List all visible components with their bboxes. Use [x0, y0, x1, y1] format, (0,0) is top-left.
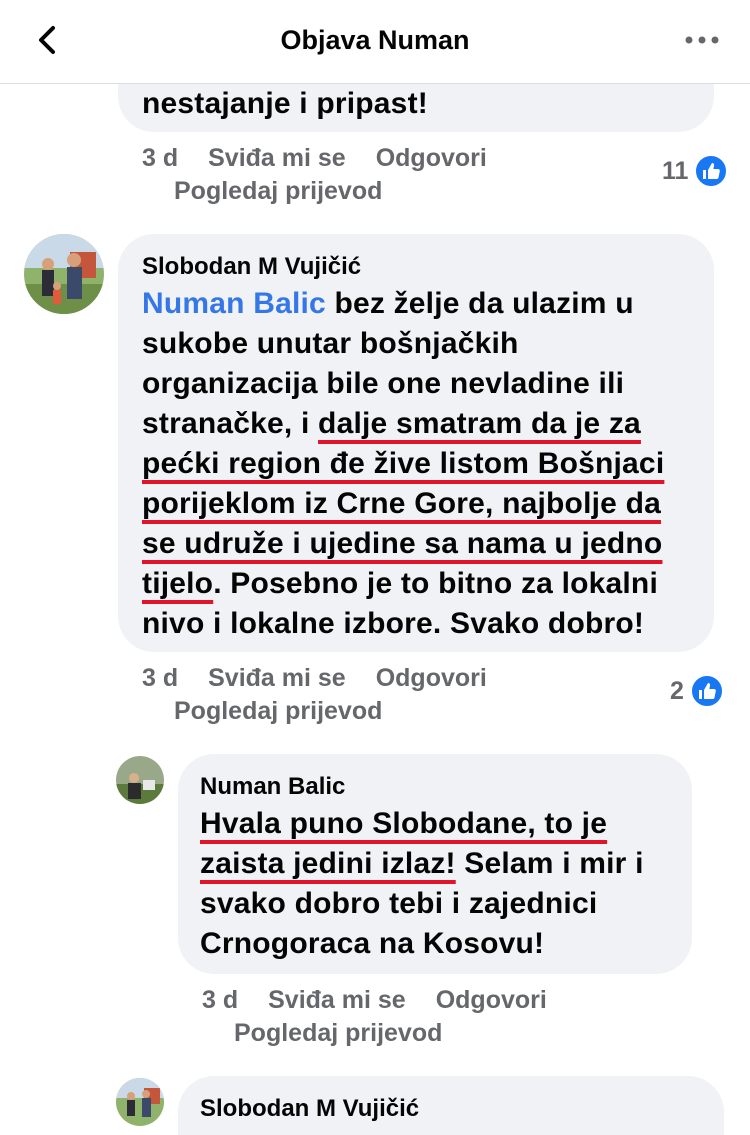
more-options-button[interactable] [682, 28, 722, 52]
comment-author[interactable]: Slobodan M Vujičić [200, 1095, 419, 1123]
comment-time[interactable]: 3 d [142, 664, 178, 692]
comment-actions: 3 d Sviđa mi se Odgovori [142, 144, 517, 173]
like-comment-button[interactable]: Sviđa mi se [208, 664, 346, 692]
comment-actions: 3 d Sviđa mi se Odgovori [202, 986, 577, 1015]
like-comment-button[interactable]: Sviđa mi se [268, 986, 406, 1014]
top-bar: Objava Numan [0, 0, 750, 84]
comment-text: Numan Balic bez želje da ulazim u sukobe… [142, 284, 702, 644]
page-title: Objava Numan [280, 25, 470, 55]
reply-button[interactable]: Odgovori [376, 664, 487, 692]
reply-button[interactable]: Odgovori [436, 986, 547, 1014]
comment-author[interactable]: Numan Balic [200, 773, 345, 801]
see-translation-link[interactable]: Pogledaj prijevod [234, 1019, 442, 1048]
reaction-count[interactable]: 2 [670, 674, 724, 708]
thumbs-up-icon [694, 154, 729, 188]
comment-bubble: Slobodan M Vujičić Numan Balic bez želje… [118, 234, 714, 652]
like-comment-button[interactable]: Sviđa mi se [208, 144, 346, 172]
comment-time[interactable]: 3 d [202, 986, 238, 1014]
comment-actions: 3 d Sviđa mi se Odgovori [142, 664, 517, 693]
text-part: . Posebno je to bitno za lokalni nivo i … [142, 567, 658, 640]
reaction-number: 2 [670, 676, 684, 705]
avatar[interactable] [24, 234, 104, 314]
comment-text: Hvala puno Slobodane, to je zaista jedin… [200, 804, 680, 964]
more-horizontal-icon [685, 36, 719, 44]
comment-bubble: Numan Balic Hvala puno Slobodane, to je … [178, 754, 692, 974]
avatar[interactable] [116, 756, 164, 804]
comment-bubble: Slobodan M Vujičić [178, 1076, 724, 1135]
comment-text: nestajanje i pripast! [142, 87, 428, 120]
comment-time[interactable]: 3 d [142, 144, 178, 172]
see-translation-link[interactable]: Pogledaj prijevod [174, 697, 382, 726]
avatar[interactable] [116, 1078, 164, 1126]
see-translation-link[interactable]: Pogledaj prijevod [174, 177, 382, 206]
thumbs-up-icon [689, 674, 724, 708]
reply-button[interactable]: Odgovori [376, 144, 487, 172]
reaction-number: 11 [662, 156, 689, 185]
comment-author[interactable]: Slobodan M Vujičić [142, 253, 361, 281]
mention-link[interactable]: Numan Balic [142, 287, 326, 320]
reaction-count[interactable]: 11 [662, 154, 729, 188]
